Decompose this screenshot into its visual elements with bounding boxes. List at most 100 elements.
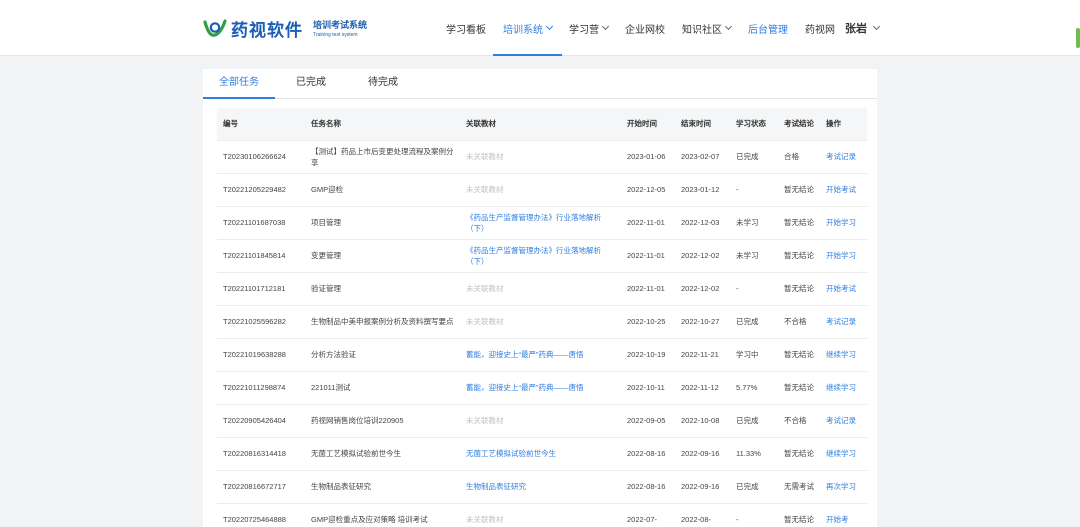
end-date-cell: 2022-12-03: [675, 206, 730, 240]
action-link[interactable]: 开始考试: [820, 173, 867, 207]
end-date-cell: 2022-10-08: [675, 404, 730, 438]
table-row: T20221019638288 分析方法验证 蓄能，迎接史上“最严”药典——唐悟 20…: [217, 338, 867, 372]
task-panel: 全部任务 已完成 待完成 编号 任务名称 关联教材 开始时间 结束时间 学习状态 考试结论 操作 …: [203, 69, 877, 527]
task-name-cell: 无菌工艺模拟试验前世今生: [305, 437, 460, 471]
nav-item-1[interactable]: 培训系统: [493, 0, 562, 56]
nav-item-2[interactable]: 学习营: [569, 0, 610, 56]
nav-item-3[interactable]: 企业网校: [625, 0, 665, 56]
table-row: T20221011298874 221011测试 蓄能，迎接史上“最严”药典——唐悟…: [217, 371, 867, 405]
task-name-cell: 221011测试: [305, 371, 460, 405]
study-status-cell: 11.33%: [730, 437, 778, 471]
task-id-cell: T20220816314418: [217, 437, 305, 471]
nav-item-label: 学习营: [569, 24, 599, 36]
column-header: 学习状态: [730, 108, 778, 141]
table-row: T20220816314418 无菌工艺模拟试验前世今生 无菌工艺模拟试验前世今生 2…: [217, 437, 867, 471]
material-cell[interactable]: 《药品生产监督管理办法》行业落地解析（下）: [460, 239, 621, 273]
action-link[interactable]: 再次学习: [820, 470, 867, 504]
action-link[interactable]: 继续学习: [820, 437, 867, 471]
brand-logo[interactable]: 药视软件 培训考试系统 Training test system: [202, 14, 367, 42]
start-date-cell: 2022-11-01: [621, 206, 675, 240]
tab-2[interactable]: 待完成: [347, 69, 419, 98]
exam-result-cell: 暂无结论: [778, 272, 820, 306]
end-date-cell: 2022-09-16: [675, 470, 730, 504]
table-header-row: 编号 任务名称 关联教材 开始时间 结束时间 学习状态 考试结论 操作: [217, 108, 867, 141]
column-header: 开始时间: [621, 108, 675, 141]
action-link[interactable]: 开始考试: [820, 272, 867, 306]
end-date-cell: 2023-01-12: [675, 173, 730, 207]
material-cell[interactable]: 蓄能，迎接史上“最严”药典——唐悟: [460, 338, 621, 372]
table-row: T20221101687038 项目管理 《药品生产监督管理办法》行业落地解析（下）…: [217, 206, 867, 240]
study-status-cell: -: [730, 272, 778, 306]
action-link[interactable]: 继续学习: [820, 338, 867, 372]
column-header: 操作: [820, 108, 867, 141]
task-id-cell: T20221101687038: [217, 206, 305, 240]
chevron-down-icon: [545, 22, 554, 31]
exam-result-cell: 暂无结论: [778, 338, 820, 372]
material-cell[interactable]: 无菌工艺模拟试验前世今生: [460, 437, 621, 471]
user-name: 张岩: [845, 23, 867, 35]
start-date-cell: 2022-09-05: [621, 404, 675, 438]
action-link[interactable]: 考试记录: [820, 305, 867, 339]
nav-item-label: 知识社区: [682, 24, 722, 36]
end-date-cell: 2022-10-27: [675, 305, 730, 339]
table-row: T20220725464888 GMP迎检重点及应对策略 培训考试 未关联教材 202…: [217, 503, 867, 527]
study-status-cell: 已完成: [730, 140, 778, 174]
user-menu[interactable]: 张岩: [845, 0, 881, 56]
table-row: T20220905426404 药视网销售岗位培训220905 未关联教材 2022-…: [217, 404, 867, 438]
task-name-cell: 生物制品表征研究: [305, 470, 460, 504]
task-tabs: 全部任务 已完成 待完成: [203, 69, 877, 99]
exam-result-cell: 暂无结论: [778, 437, 820, 471]
scroll-indicator[interactable]: [1076, 28, 1080, 48]
brand-subtitle: 培训考试系统 Training test system: [313, 18, 367, 38]
material-cell: 未关联教材: [460, 173, 621, 207]
task-id-cell: T20220725464888: [217, 503, 305, 527]
task-id-cell: T20230106266624: [217, 140, 305, 174]
end-date-cell: 2022-09-16: [675, 437, 730, 471]
exam-result-cell: 暂无结论: [778, 173, 820, 207]
chevron-down-icon: [872, 22, 881, 31]
nav-item-0[interactable]: 学习看板: [446, 0, 486, 56]
material-cell: 未关联教材: [460, 272, 621, 306]
nav-item-6[interactable]: 药视网: [805, 0, 835, 56]
action-link[interactable]: 开始考: [820, 503, 867, 527]
nav-item-label: 学习看板: [446, 24, 486, 36]
material-cell[interactable]: 蓄能，迎接史上“最严”药典——唐悟: [460, 371, 621, 405]
exam-result-cell: 合格: [778, 140, 820, 174]
end-date-cell: 2022-12-02: [675, 239, 730, 273]
nav-item-5[interactable]: 后台管理: [748, 0, 788, 56]
study-status-cell: 5.77%: [730, 371, 778, 405]
end-date-cell: 2023-02-07: [675, 140, 730, 174]
top-navigation-bar: 药视软件 培训考试系统 Training test system 学习看板 培训系…: [0, 0, 1080, 56]
exam-result-cell: 不合格: [778, 404, 820, 438]
nav-item-4[interactable]: 知识社区: [682, 0, 733, 56]
task-name-cell: GMP迎检: [305, 173, 460, 207]
task-id-cell: T20220905426404: [217, 404, 305, 438]
task-id-cell: T20221019638288: [217, 338, 305, 372]
material-cell: 未关联教材: [460, 305, 621, 339]
nav-item-label: 药视网: [805, 24, 835, 36]
table-row: T20230106266624 【测试】药品上市后变更处理流程及案例分享 未关联教材…: [217, 140, 867, 174]
material-cell[interactable]: 《药品生产监督管理办法》行业落地解析（下）: [460, 206, 621, 240]
tab-1[interactable]: 已完成: [275, 69, 347, 98]
task-name-cell: 药视网销售岗位培训220905: [305, 404, 460, 438]
main-nav: 学习看板 培训系统 学习营 企业网校 知识社区 后台管理 药视网: [446, 0, 852, 56]
tab-0[interactable]: 全部任务: [203, 69, 275, 99]
task-name-cell: 变更管理: [305, 239, 460, 273]
start-date-cell: 2022-10-11: [621, 371, 675, 405]
start-date-cell: 2022-12-05: [621, 173, 675, 207]
material-cell[interactable]: 生物制品表征研究: [460, 470, 621, 504]
action-link[interactable]: 考试记录: [820, 140, 867, 174]
action-link[interactable]: 考试记录: [820, 404, 867, 438]
task-name-cell: GMP迎检重点及应对策略 培训考试: [305, 503, 460, 527]
exam-result-cell: 不合格: [778, 305, 820, 339]
action-link[interactable]: 继续学习: [820, 371, 867, 405]
brand-subtitle-en: Training test system: [313, 32, 358, 38]
study-status-cell: -: [730, 503, 778, 527]
study-status-cell: 学习中: [730, 338, 778, 372]
action-link[interactable]: 开始学习: [820, 239, 867, 273]
action-link[interactable]: 开始学习: [820, 206, 867, 240]
study-status-cell: 已完成: [730, 404, 778, 438]
nav-item-label: 企业网校: [625, 24, 665, 36]
column-header: 结束时间: [675, 108, 730, 141]
exam-result-cell: 暂无结论: [778, 503, 820, 527]
